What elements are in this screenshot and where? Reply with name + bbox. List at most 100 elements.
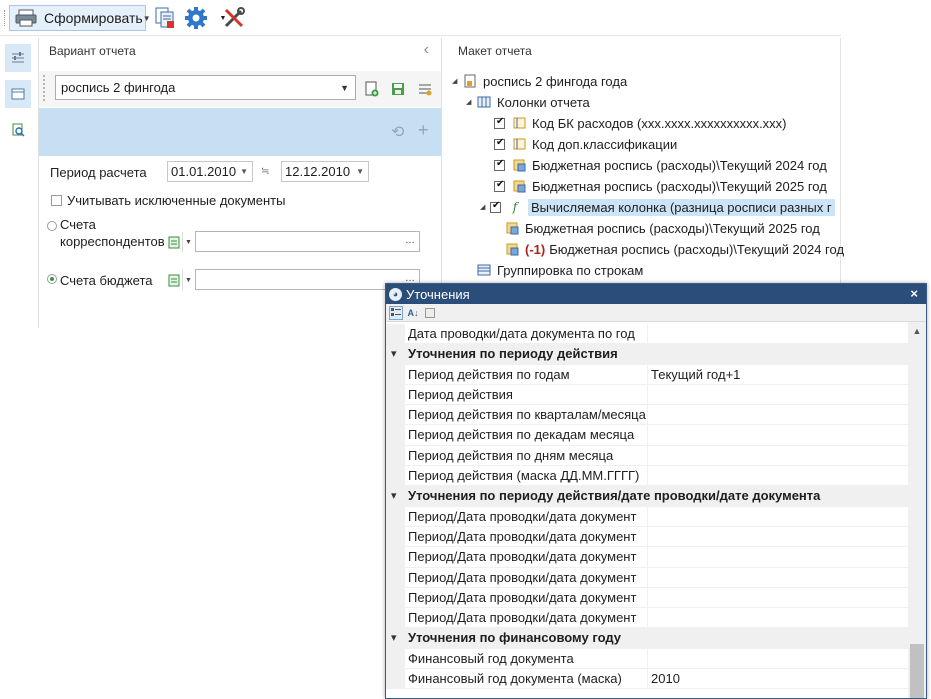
tree-node-row-grouping[interactable]: Группировка по строкам <box>476 260 643 280</box>
property-row[interactable]: Период действия (маска ДД.ММ.ГГГГ) <box>386 466 908 487</box>
filter-settings-icon[interactable] <box>5 44 31 72</box>
period-label: Период расчета <box>50 165 147 180</box>
date-to-field[interactable]: 12.12.2010 ▼ <box>281 161 369 182</box>
property-value[interactable]: 2010 <box>648 669 908 688</box>
tree-node-column[interactable]: Код доп.классификации <box>494 134 677 154</box>
preview-document-icon[interactable] <box>5 116 31 144</box>
chevron-down-icon[interactable]: ▼ <box>182 270 194 290</box>
property-row[interactable]: Период действия по декадам месяца <box>386 425 908 446</box>
copy-document-icon[interactable] <box>152 5 178 31</box>
variant-list-icon[interactable] <box>416 80 434 98</box>
property-value[interactable] <box>648 324 908 343</box>
vertical-scrollbar[interactable]: ▲ <box>908 322 926 698</box>
column-checkbox[interactable] <box>494 158 505 171</box>
chevron-left-icon[interactable]: ‹ <box>424 41 429 59</box>
save-variant-icon[interactable] <box>389 80 407 98</box>
date-from-value: 01.01.2010 <box>171 164 237 179</box>
report-layout-icon[interactable] <box>5 80 31 108</box>
scroll-up-icon[interactable]: ▲ <box>908 322 926 339</box>
property-row[interactable]: Период/Дата проводки/дата документ <box>386 608 908 629</box>
collapse-icon[interactable] <box>386 486 405 506</box>
history-icon[interactable]: ⟲ <box>391 122 404 142</box>
property-row[interactable]: Финансовый год документа (маска) 2010 <box>386 669 908 690</box>
tree-node-column[interactable]: Код БК расходов (xxx.xxxx.xxxxxxxxxx.xxx… <box>494 113 787 133</box>
toolbar-grip[interactable] <box>4 10 6 26</box>
column-checkbox[interactable] <box>490 200 501 213</box>
tools-icon[interactable] <box>221 5 247 31</box>
data-icon <box>504 242 520 256</box>
property-row[interactable]: Период действия по годам Текущий год+1 <box>386 364 908 385</box>
property-row[interactable]: Период действия по дням месяца <box>386 445 908 467</box>
tree-node-column[interactable]: Бюджетная роспись (расходы)\Текущий 2024… <box>494 155 827 175</box>
property-row[interactable]: Период/Дата проводки/дата документ <box>386 567 908 588</box>
expand-triangle-icon[interactable]: ◢ <box>480 203 490 211</box>
property-value[interactable]: Текущий год+1 <box>648 365 908 384</box>
include-excluded-checkbox-row[interactable]: Учитывать исключенные документы <box>51 193 285 208</box>
chevron-down-icon[interactable]: ▼ <box>143 14 151 23</box>
account-picker-icon[interactable] <box>166 270 181 290</box>
property-row[interactable]: Период действия по кварталам/месяца <box>386 405 908 426</box>
property-row[interactable]: Период/Дата проводки/дата документ <box>386 506 908 527</box>
correspondent-accounts-radio[interactable] <box>47 221 57 231</box>
tree-node-operand[interactable]: Бюджетная роспись (расходы)\Текущий 2025… <box>504 218 820 238</box>
app-logo-icon: ◕ <box>389 287 402 301</box>
tree-node-calculated-column[interactable]: ◢ f Вычисляемая колонка (разница росписи… <box>480 197 835 217</box>
dialog-title-bar[interactable]: ◕ Уточнения × <box>386 284 926 304</box>
chevron-down-icon[interactable]: ▼ <box>182 232 194 252</box>
tree-node-report[interactable]: ◢ роспись 2 фингода года <box>452 71 627 91</box>
chevron-down-icon[interactable]: ▼ <box>240 167 248 176</box>
property-row[interactable]: Период/Дата проводки/дата документ <box>386 587 908 609</box>
categorized-view-icon[interactable] <box>389 305 403 320</box>
include-excluded-checkbox[interactable] <box>51 195 62 206</box>
property-row[interactable]: Период/Дата проводки/дата документ <box>386 547 908 568</box>
column-checkbox[interactable] <box>494 179 505 192</box>
property-category[interactable]: Уточнения по финансовому году <box>386 628 908 649</box>
category-name: Уточнения по периоду действия <box>408 346 618 362</box>
property-value[interactable] <box>648 466 908 485</box>
sort-alphabetical-icon[interactable]: A↓ <box>406 306 420 320</box>
tree-node-operand[interactable]: (-1) Бюджетная роспись (расходы)\Текущий… <box>504 239 844 259</box>
property-category[interactable]: Уточнения по периоду действия/дате прово… <box>386 486 908 507</box>
grip-icon[interactable] <box>43 75 49 101</box>
property-value[interactable] <box>648 425 908 444</box>
new-variant-icon[interactable] <box>363 80 381 98</box>
property-value[interactable] <box>648 405 908 424</box>
form-report-button[interactable]: Сформировать ▼ <box>9 5 151 31</box>
property-pages-icon[interactable] <box>423 306 437 320</box>
scrollbar-thumb[interactable] <box>910 644 924 698</box>
property-value[interactable] <box>648 507 908 526</box>
property-row[interactable]: Дата проводки/дата документа по год <box>386 324 908 345</box>
variant-select[interactable]: роспись 2 фингода ▼ <box>55 75 356 100</box>
property-row[interactable]: Финансовый год документа <box>386 648 908 670</box>
collapse-icon[interactable] <box>386 628 405 648</box>
close-icon[interactable]: × <box>910 286 918 301</box>
settings-gear-icon[interactable] <box>183 5 209 31</box>
property-row[interactable]: Период действия <box>386 384 908 406</box>
property-value[interactable] <box>648 527 908 546</box>
property-value[interactable] <box>648 385 908 404</box>
account-picker-icon[interactable] <box>166 232 181 252</box>
tree-node-label: Вычисляемая колонка (разница росписи раз… <box>528 198 835 216</box>
property-value[interactable] <box>648 547 908 566</box>
tree-node-column[interactable]: Бюджетная роспись (расходы)\Текущий 2025… <box>494 176 827 196</box>
property-value[interactable] <box>648 608 908 627</box>
date-from-field[interactable]: 01.01.2010 ▼ <box>167 161 253 182</box>
chevron-down-icon[interactable]: ▼ <box>356 167 364 176</box>
budget-accounts-radio[interactable] <box>47 274 57 284</box>
column-checkbox[interactable] <box>494 116 505 129</box>
property-value[interactable] <box>648 649 908 668</box>
ellipsis-icon[interactable]: … <box>405 235 415 246</box>
column-checkbox[interactable] <box>494 137 505 150</box>
collapse-icon[interactable] <box>386 344 405 364</box>
tree-node-columns[interactable]: ◢ Колонки отчета <box>466 92 590 112</box>
expand-triangle-icon[interactable]: ◢ <box>452 77 462 85</box>
property-value[interactable] <box>648 588 908 607</box>
property-category[interactable]: Уточнения по периоду действия <box>386 344 908 365</box>
property-row[interactable]: Период/Дата проводки/дата документ <box>386 526 908 548</box>
chevron-down-icon[interactable]: ▼ <box>340 83 349 93</box>
expand-triangle-icon[interactable]: ◢ <box>466 98 476 106</box>
add-icon[interactable]: + <box>418 120 429 141</box>
property-value[interactable] <box>648 568 908 587</box>
property-value[interactable] <box>648 446 908 465</box>
correspondent-accounts-field[interactable]: … <box>195 231 420 252</box>
